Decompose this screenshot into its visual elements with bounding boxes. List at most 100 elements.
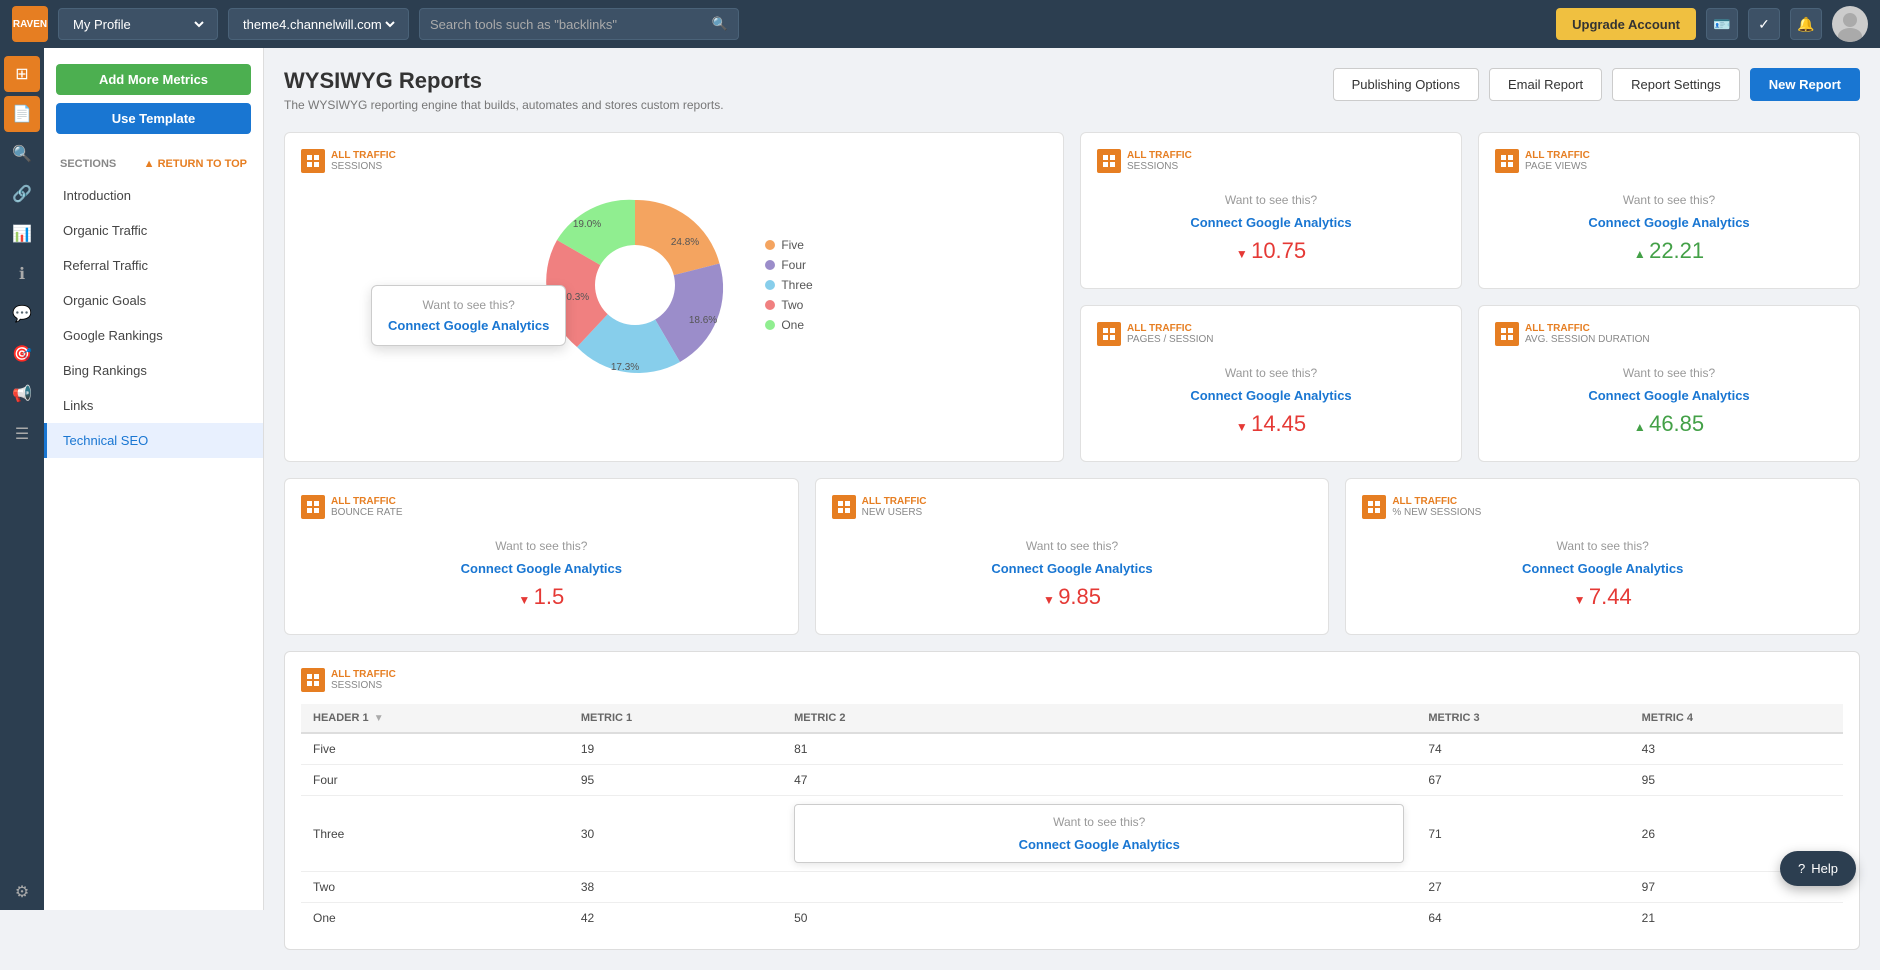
legend-three: Three: [765, 278, 812, 292]
sidebar-icon-comment[interactable]: 💬: [4, 296, 40, 332]
pie-connect-link[interactable]: Connect Google Analytics: [388, 318, 549, 333]
card-new-sessions-icon: [1362, 495, 1386, 519]
sidebar-item-organic-goals[interactable]: Organic Goals: [44, 283, 263, 318]
metric-sessions-value: 10.75: [1097, 238, 1445, 264]
card-avg-session-icon: [1495, 322, 1519, 346]
svg-text:18.6%: 18.6%: [689, 315, 717, 326]
main-content: WYSIWYG Reports The WYSIWYG reporting en…: [264, 48, 1880, 970]
col-header-2[interactable]: METRIC 2: [782, 704, 1416, 733]
email-report-button[interactable]: Email Report: [1489, 68, 1602, 101]
col-header-0[interactable]: HEADER 1 ▼: [301, 704, 569, 733]
table-row: Three 30 Want to see this? Connect Googl…: [301, 796, 1843, 872]
sidebar-icon-list[interactable]: ☰: [4, 416, 40, 452]
checkmark-icon-btn[interactable]: ✓: [1748, 8, 1780, 40]
pie-tooltip: Want to see this? Connect Google Analyti…: [371, 285, 566, 346]
bell-icon-btn[interactable]: 🔔: [1790, 8, 1822, 40]
card-new-users-icon: [832, 495, 856, 519]
col-header-4[interactable]: METRIC 4: [1630, 704, 1843, 733]
sidebar-item-organic-traffic[interactable]: Organic Traffic: [44, 213, 263, 248]
sidebar-icon-chart[interactable]: 📊: [4, 216, 40, 252]
connect-bounce-link[interactable]: Connect Google Analytics: [301, 561, 782, 576]
sidebar-item-introduction[interactable]: Introduction: [44, 178, 263, 213]
legend-one: One: [765, 318, 812, 332]
card-sessions: ALL TRAFFIC SESSIONS Want to see this? C…: [1080, 132, 1462, 289]
pie-card-icon: [301, 149, 325, 173]
metric-new-users-value: 9.85: [832, 584, 1313, 610]
table-row: Five 19 81 74 43: [301, 733, 1843, 765]
sidebar-icon-link[interactable]: 🔗: [4, 176, 40, 212]
search-box: 🔍: [419, 8, 739, 40]
card-pageviews-body: Want to see this? Connect Google Analyti…: [1495, 185, 1843, 272]
sidebar-item-google-rankings[interactable]: Google Rankings: [44, 318, 263, 353]
card-new-users: ALL TRAFFIC NEW USERS Want to see this? …: [815, 478, 1330, 635]
sidebar-item-links[interactable]: Links: [44, 388, 263, 423]
card-sessions-body: Want to see this? Connect Google Analyti…: [1097, 185, 1445, 272]
card-new-sessions: ALL TRAFFIC % NEW SESSIONS Want to see t…: [1345, 478, 1860, 635]
sidebar-icon-search[interactable]: 🔍: [4, 136, 40, 172]
profile-dropdown[interactable]: My Profile: [58, 8, 218, 40]
left-sidebar: ⊞ 📄 🔍 🔗 📊 ℹ 💬 🎯 📢 ☰ ⚙: [0, 48, 44, 910]
legend-dot-three: [765, 280, 775, 290]
card-pages-session-icon: [1097, 322, 1121, 346]
sidebar-item-technical-seo[interactable]: Technical SEO: [44, 423, 263, 458]
connect-new-users-link[interactable]: Connect Google Analytics: [832, 561, 1313, 576]
add-metrics-button[interactable]: Add More Metrics: [56, 64, 251, 95]
table-connect-link[interactable]: Connect Google Analytics: [809, 837, 1389, 852]
table-connect-overlay: Want to see this? Connect Google Analyti…: [794, 804, 1404, 863]
search-input[interactable]: [430, 17, 712, 32]
sidebar-item-referral-traffic[interactable]: Referral Traffic: [44, 248, 263, 283]
page-subtitle: The WYSIWYG reporting engine that builds…: [284, 98, 724, 112]
metric-bounce-value: 1.5: [301, 584, 782, 610]
sidebar-icon-grid[interactable]: ⊞: [4, 56, 40, 92]
sidebar-icon-info[interactable]: ℹ: [4, 256, 40, 292]
help-button[interactable]: ? Help: [1780, 851, 1856, 886]
sidebar-icon-file[interactable]: 📄: [4, 96, 40, 132]
sidebar-icon-megaphone[interactable]: 📢: [4, 376, 40, 412]
table-row: Two 38 27 97: [301, 872, 1843, 903]
legend-two: Two: [765, 298, 812, 312]
table-row: One 42 50 64 21: [301, 903, 1843, 934]
domain-dropdown[interactable]: theme4.channelwill.com: [228, 8, 409, 40]
pie-container: 24.8% 18.6% 17.3% 20.3% 19.0% Want to se…: [301, 185, 1047, 385]
new-report-button[interactable]: New Report: [1750, 68, 1860, 101]
data-table: HEADER 1 ▼ METRIC 1 METRIC 2 METRIC 3 ME…: [301, 704, 1843, 933]
report-settings-button[interactable]: Report Settings: [1612, 68, 1740, 101]
domain-select[interactable]: theme4.channelwill.com: [239, 16, 398, 33]
connect-avg-session-link[interactable]: Connect Google Analytics: [1495, 388, 1843, 403]
sidebar-item-bing-rankings[interactable]: Bing Rankings: [44, 353, 263, 388]
use-template-button[interactable]: Use Template: [56, 103, 251, 134]
sidebar-icon-target[interactable]: 🎯: [4, 336, 40, 372]
profile-select[interactable]: My Profile: [69, 16, 207, 33]
legend-five: Five: [765, 238, 812, 252]
connect-pages-session-link[interactable]: Connect Google Analytics: [1097, 388, 1445, 403]
pie-legend: Five Four Three Two: [765, 238, 812, 332]
card-icon: 🪪: [1713, 16, 1730, 33]
connect-sessions-link[interactable]: Connect Google Analytics: [1097, 215, 1445, 230]
top-nav: RAVEN My Profile theme4.channelwill.com …: [0, 0, 1880, 48]
table-section: ALL TRAFFIC SESSIONS HEADER 1 ▼ METRIC 1…: [284, 651, 1860, 950]
card-bounce-rate: ALL TRAFFIC BOUNCE RATE Want to see this…: [284, 478, 799, 635]
pie-card-header: ALL TRAFFIC SESSIONS: [301, 149, 1047, 173]
legend-four: Four: [765, 258, 812, 272]
connect-new-sessions-link[interactable]: Connect Google Analytics: [1362, 561, 1843, 576]
svg-text:24.8%: 24.8%: [671, 237, 699, 248]
second-sidebar: Add More Metrics Use Template SECTIONS ▲…: [44, 48, 264, 910]
connect-pageviews-link[interactable]: Connect Google Analytics: [1495, 215, 1843, 230]
card-bounce-icon: [301, 495, 325, 519]
sort-icon-0: ▼: [374, 713, 384, 724]
connect-cell: Want to see this? Connect Google Analyti…: [782, 796, 1416, 872]
return-to-top-link[interactable]: ▲ RETURN TO TOP: [144, 158, 247, 170]
avatar[interactable]: [1832, 6, 1868, 42]
upgrade-button[interactable]: Upgrade Account: [1556, 8, 1696, 40]
col-header-3[interactable]: METRIC 3: [1416, 704, 1629, 733]
table-wrapper: HEADER 1 ▼ METRIC 1 METRIC 2 METRIC 3 ME…: [301, 704, 1843, 933]
bell-icon: 🔔: [1797, 16, 1814, 33]
sidebar-icon-settings[interactable]: ⚙: [4, 874, 40, 910]
publishing-options-button[interactable]: Publishing Options: [1333, 68, 1479, 101]
col-header-1[interactable]: METRIC 1: [569, 704, 782, 733]
profile-card-icon[interactable]: 🪪: [1706, 8, 1738, 40]
table-header-row: ALL TRAFFIC SESSIONS: [301, 668, 1843, 692]
page-header: WYSIWYG Reports The WYSIWYG reporting en…: [284, 68, 1860, 112]
card-sessions-icon: [1097, 149, 1121, 173]
header-actions: Publishing Options Email Report Report S…: [1333, 68, 1860, 101]
